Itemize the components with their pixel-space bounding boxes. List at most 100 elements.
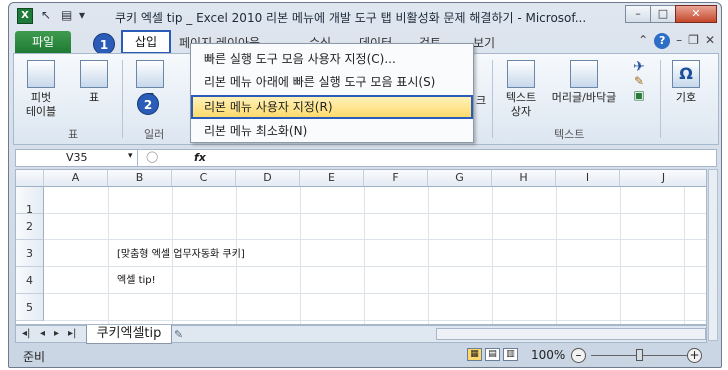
- table-button[interactable]: 표: [74, 60, 114, 105]
- column-header[interactable]: C: [172, 170, 236, 187]
- excel-app-icon[interactable]: X: [17, 8, 33, 24]
- pivot-table-button[interactable]: 피벗 테이블: [18, 60, 64, 119]
- dropdown-icon[interactable]: ▾: [79, 8, 85, 22]
- column-header[interactable]: G: [428, 170, 492, 187]
- function-circle-icon: ◯: [146, 150, 159, 163]
- sheet-tab-active[interactable]: 쿠키엑셀tip: [86, 325, 172, 344]
- header-footer-label: 머리글/바닥글: [551, 91, 617, 104]
- doc-restore-icon[interactable]: ❐: [688, 33, 699, 49]
- formula-bar: V35 ▾ ◯ fx: [15, 149, 717, 167]
- grid-line: [620, 187, 621, 324]
- wordart-button[interactable]: ✈ ✎ ▣: [624, 60, 654, 102]
- textbox-label-1: 텍스트: [505, 91, 537, 104]
- group-table-label: 표: [68, 128, 79, 141]
- wordart-icon: ✈: [633, 59, 645, 75]
- textbox-label-2: 상자: [510, 105, 532, 118]
- pivot-label-1: 피벗: [30, 91, 52, 104]
- column-header[interactable]: A: [44, 170, 108, 187]
- grid-line: [44, 266, 706, 267]
- ribbon-separator: [660, 60, 661, 138]
- doc-minimize-icon[interactable]: –: [676, 33, 682, 49]
- zoom-slider-track[interactable]: [591, 355, 697, 356]
- tab-file[interactable]: 파일: [15, 31, 71, 53]
- column-header[interactable]: B: [108, 170, 172, 187]
- menu-item-minimize-ribbon[interactable]: 리본 메뉴 최소화(N): [193, 120, 471, 142]
- normal-view-icon[interactable]: ▦: [467, 348, 482, 361]
- select-all-corner[interactable]: [16, 170, 44, 187]
- group-text-label: 텍스트: [554, 128, 585, 141]
- excel-window: X ↖ ▤ ▾ 쿠키 엑셀 tip _ Excel 2010 리본 메뉴에 개발…: [8, 2, 722, 368]
- table-label: 표: [88, 91, 100, 104]
- grid-line: [556, 187, 557, 324]
- cell-b3[interactable]: [맞춤형 엑셀 업무자동화 쿠키]: [117, 245, 245, 260]
- column-header[interactable]: H: [492, 170, 556, 187]
- cell-b4[interactable]: 엑셀 tip!: [117, 271, 156, 286]
- zoom-slider-thumb[interactable]: [636, 349, 643, 361]
- grid-line: [44, 213, 706, 214]
- grid-line: [364, 187, 365, 324]
- menu-item-customize-ribbon[interactable]: 리본 메뉴 사용자 지정(R): [191, 95, 473, 119]
- menu-item-customize-qat[interactable]: 빠른 실행 도구 모음 사용자 지정(C)...: [193, 48, 471, 70]
- row-header[interactable]: 4: [16, 267, 44, 294]
- window-controls: – □ ✕: [625, 5, 717, 23]
- column-header[interactable]: J: [620, 170, 706, 187]
- zoom-in-icon[interactable]: +: [687, 348, 702, 363]
- row-header[interactable]: 2: [16, 214, 44, 240]
- page-layout-view-icon[interactable]: ▤: [485, 348, 500, 361]
- row-header[interactable]: 1: [16, 187, 44, 216]
- column-header[interactable]: I: [556, 170, 620, 187]
- cursor-icon[interactable]: ↖: [41, 8, 51, 22]
- ribbon-separator: [492, 60, 493, 138]
- help-icon[interactable]: ?: [654, 33, 671, 49]
- next-sheet-icon[interactable]: ▸: [54, 328, 59, 339]
- textbox-button[interactable]: 텍스트 상자: [498, 60, 544, 119]
- name-box-dropdown-icon[interactable]: ▾: [128, 151, 133, 161]
- paste-icon[interactable]: ▤: [61, 8, 72, 22]
- row-header[interactable]: 5: [16, 294, 44, 321]
- name-box[interactable]: V35: [16, 150, 138, 166]
- group-illustrations-label: 일러: [144, 128, 165, 141]
- ribbon-collapse-icon[interactable]: ⌃: [638, 33, 648, 49]
- grid-line: [44, 293, 706, 294]
- tab-view[interactable]: 보기: [473, 34, 495, 51]
- grid-line: [492, 187, 493, 324]
- page-break-view-icon[interactable]: ▥: [503, 348, 518, 361]
- close-button[interactable]: ✕: [675, 5, 717, 23]
- first-sheet-icon[interactable]: ◂|: [22, 328, 30, 339]
- column-header[interactable]: D: [236, 170, 300, 187]
- grid-line: [300, 187, 301, 324]
- hyperlink-label[interactable]: 크: [474, 94, 488, 108]
- maximize-button[interactable]: □: [650, 5, 676, 23]
- zoom-level[interactable]: 100%: [531, 348, 565, 362]
- formula-input[interactable]: [212, 150, 712, 166]
- doc-close-icon[interactable]: ✕: [705, 33, 715, 49]
- zoom-out-icon[interactable]: –: [571, 348, 586, 363]
- header-footer-button[interactable]: 머리글/바닥글: [546, 60, 622, 105]
- ribbon-right-controls: ⌃ ? – ❐ ✕: [638, 33, 715, 49]
- ribbon-separator: [122, 60, 123, 138]
- symbol-button[interactable]: Ω 기호: [666, 60, 706, 105]
- picture-icon: [136, 60, 164, 88]
- column-header[interactable]: F: [364, 170, 428, 187]
- last-sheet-icon[interactable]: ▸|: [68, 328, 76, 339]
- grid-line: [44, 239, 706, 240]
- tab-insert[interactable]: 삽입: [121, 30, 171, 54]
- prev-sheet-icon[interactable]: ◂: [40, 328, 45, 339]
- row-header[interactable]: 3: [16, 240, 44, 267]
- vertical-scrollbar[interactable]: [708, 169, 718, 341]
- status-bar: 준비 ▦ ▤ ▥ 100% – +: [9, 344, 721, 367]
- header-footer-icon: [570, 60, 598, 88]
- horizontal-scrollbar[interactable]: [436, 328, 706, 340]
- textbox-icon: [507, 60, 535, 88]
- column-header[interactable]: E: [300, 170, 364, 187]
- title-bar: X ↖ ▤ ▾ 쿠키 엑셀 tip _ Excel 2010 리본 메뉴에 개발…: [9, 3, 721, 29]
- worksheet-grid[interactable]: A B C D E F G H I J 1 2 3 4 5 [맞춤형 엑셀 업무…: [15, 169, 707, 325]
- sheet-tabs-bar: ◂| ◂ ▸ ▸| 쿠키엑셀tip ✎: [15, 325, 707, 344]
- insert-function-button[interactable]: fx: [194, 150, 206, 166]
- minimize-button[interactable]: –: [625, 5, 651, 23]
- new-sheet-icon[interactable]: ✎: [174, 328, 183, 341]
- step-badge-2: 2: [137, 93, 159, 115]
- ribbon-context-menu: 빠른 실행 도구 모음 사용자 지정(C)... 리본 메뉴 아래에 빠른 실행…: [190, 43, 474, 143]
- menu-item-show-qat-below[interactable]: 리본 메뉴 아래에 빠른 실행 도구 모음 표시(S): [193, 71, 471, 93]
- signature-icon: ✎: [633, 74, 645, 88]
